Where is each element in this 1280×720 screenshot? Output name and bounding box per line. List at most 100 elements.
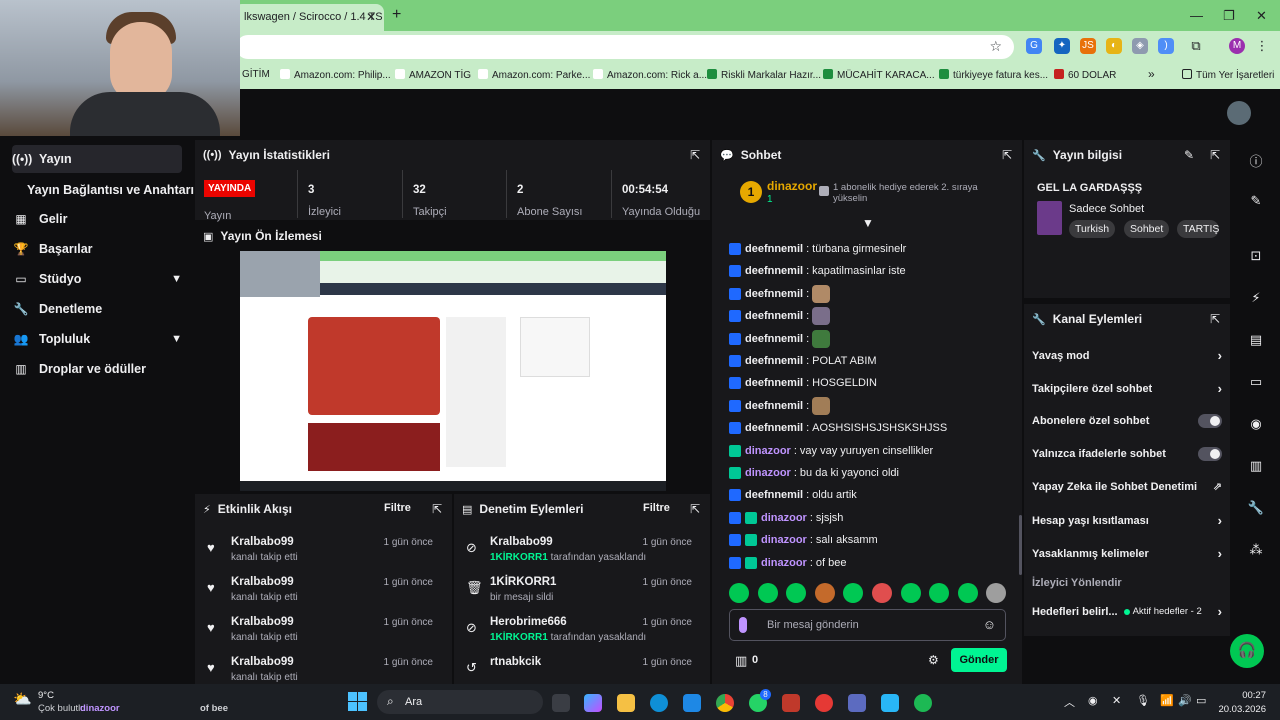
address-bar[interactable]: ☆ <box>236 35 1014 59</box>
task-view-icon[interactable] <box>552 694 570 712</box>
extension-icon[interactable]: ✦ <box>1054 38 1070 54</box>
hype-emote-icon[interactable] <box>729 583 749 603</box>
mod-view-icon[interactable]: ▥ <box>1246 458 1266 474</box>
sidebar-item-achievements[interactable]: 🏆 Başarılar <box>12 235 182 263</box>
bookmark-item[interactable]: AMAZON TİG <box>395 69 471 81</box>
filter-button[interactable]: Filtre <box>384 502 411 514</box>
hype-emote-icon[interactable] <box>814 583 835 603</box>
chat-username[interactable]: dinazoor <box>761 534 807 546</box>
user-avatar[interactable] <box>1227 101 1251 125</box>
extension-icon[interactable]: ◐ <box>1106 38 1122 54</box>
hype-emote-icon[interactable] <box>957 583 978 603</box>
chat-username[interactable]: deefnnemil <box>745 377 803 389</box>
ai-moderation-row[interactable]: Yapay Zeka ile Sohbet Denetimi ⇗ <box>1032 480 1222 494</box>
spotify-icon[interactable] <box>914 694 932 712</box>
copilot-icon[interactable] <box>584 694 602 712</box>
chat-username[interactable]: deefnnemil <box>745 333 803 345</box>
hype-emote-icon[interactable] <box>872 583 892 603</box>
extensions-puzzle-icon[interactable]: ⧉ <box>1188 38 1204 54</box>
chat-username[interactable]: deefnnemil <box>745 243 803 255</box>
tray-icon[interactable]: ◉ <box>1088 694 1098 707</box>
bookmark-item[interactable]: Amazon.com: Parke... <box>478 69 590 81</box>
chat-username[interactable]: deefnnemil <box>745 355 803 367</box>
volume-icon[interactable]: 🔊 <box>1178 694 1192 707</box>
translate-icon[interactable]: G <box>1026 38 1042 54</box>
sidebar-item-revenue[interactable]: ▦ Gelir <box>12 205 182 233</box>
store-icon[interactable] <box>683 694 701 712</box>
calculator-icon[interactable] <box>848 694 866 712</box>
chat-username[interactable]: deefnnemil <box>745 310 803 322</box>
taskbar-search[interactable]: ⌕ Ara <box>377 690 543 714</box>
goals-row[interactable]: Hedefleri belirl... Aktif hedefler - 2 › <box>1032 604 1222 619</box>
start-windows-icon[interactable] <box>348 692 367 711</box>
bookmark-star-icon[interactable]: ☆ <box>989 38 1002 55</box>
hype-emote-icon[interactable] <box>900 583 921 603</box>
wifi-icon[interactable]: 📶 <box>1160 694 1174 707</box>
new-tab-icon[interactable]: + <box>392 6 401 24</box>
dots-icon[interactable]: ⁂ <box>1246 542 1266 558</box>
sidebar-item-moderation[interactable]: 🔧 Denetleme <box>12 295 182 323</box>
tray-icon[interactable]: ✕ <box>1112 694 1121 707</box>
chat-username[interactable]: deefnnemil <box>745 422 803 434</box>
bookmark-item[interactable]: Amazon.com: Philip... <box>280 69 391 81</box>
popout-icon[interactable]: ⇱ <box>690 502 700 516</box>
sidebar-item-drops[interactable]: ▥ Droplar ve ödüller <box>12 355 182 383</box>
notepad-icon[interactable] <box>881 694 899 712</box>
edit-icon[interactable]: ✎ <box>1184 148 1194 162</box>
info-icon[interactable]: ⓘ <box>1246 151 1266 170</box>
chat-username[interactable]: dinazoor <box>745 467 791 479</box>
popout-icon[interactable]: ⇱ <box>1210 148 1220 162</box>
app-icon[interactable] <box>815 694 833 712</box>
channel-points-icon[interactable]: ▥ <box>735 653 747 669</box>
more-bookmarks-icon[interactable]: » <box>1148 67 1155 81</box>
send-button[interactable]: Gönder <box>951 648 1007 672</box>
popout-icon[interactable]: ⇱ <box>432 502 442 516</box>
popout-icon[interactable]: ⇱ <box>690 148 700 162</box>
stream-preview-video[interactable] <box>240 251 666 491</box>
help-headset-icon[interactable]: 🎧 <box>1230 634 1264 668</box>
chat-username[interactable]: deefnnemil <box>745 288 803 300</box>
subs-only-row[interactable]: Abonelere özel sohbet <box>1032 414 1222 428</box>
chat-username[interactable]: deefnnemil <box>745 265 803 277</box>
chat-username[interactable]: dinazoor <box>745 445 791 457</box>
file-explorer-icon[interactable] <box>617 694 635 712</box>
bookmark-item[interactable]: MÜCAHİT KARACA... <box>823 69 935 81</box>
chat-settings-icon[interactable]: ⚙ <box>928 653 939 667</box>
shield-icon[interactable]: ◈ <box>1132 38 1148 54</box>
edge-icon[interactable] <box>650 694 668 712</box>
battery-icon[interactable]: ▭ <box>1196 694 1206 707</box>
chat-icon[interactable]: ▭ <box>1246 374 1266 390</box>
bookmark-item[interactable]: GİTİM <box>242 69 270 80</box>
chrome-icon[interactable] <box>716 694 734 712</box>
chat-username[interactable]: deefnnemil <box>745 400 803 412</box>
stream-category[interactable]: Sadece Sohbet <box>1069 203 1144 215</box>
sidebar-item-stream[interactable]: ((•)) Yayın <box>12 145 182 173</box>
collapse-icon[interactable]: ▼ <box>862 216 874 230</box>
scene-icon[interactable]: ⊡ <box>1246 248 1266 264</box>
tray-chevron-icon[interactable]: ︿ <box>1064 694 1075 710</box>
bookmark-item[interactable]: Riskli Markalar Hazır... <box>707 69 821 81</box>
close-tab-icon[interactable]: ✕ <box>366 10 376 24</box>
chat-username[interactable]: deefnnemil <box>745 489 803 501</box>
extension-icon[interactable]: JS <box>1080 38 1096 54</box>
profile-avatar[interactable]: M <box>1229 38 1245 54</box>
minimize-icon[interactable]: — <box>1190 8 1203 23</box>
sidebar-item-studio[interactable]: ▭ Stüdyo ▼ <box>12 265 182 293</box>
extension-icon[interactable]: ) <box>1158 38 1174 54</box>
popout-icon[interactable]: ⇱ <box>1002 148 1012 162</box>
microphone-icon[interactable]: 🎙 <box>1136 694 1150 707</box>
subs-only-toggle[interactable] <box>1198 414 1222 428</box>
microphone-icon[interactable] <box>739 617 747 633</box>
tag[interactable]: TARTIŞ <box>1177 220 1219 238</box>
app-icon[interactable] <box>782 694 800 712</box>
sidebar-item-community[interactable]: 👥 Topluluk ▼ <box>12 325 182 353</box>
blocked-terms-row[interactable]: Yasaklanmış kelimeler › <box>1032 546 1222 561</box>
account-age-row[interactable]: Hesap yaşı kısıtlaması › <box>1032 513 1222 528</box>
slow-mode-row[interactable]: Yavaş mod › <box>1032 348 1222 363</box>
emote-only-toggle[interactable] <box>1198 447 1222 461</box>
filter-button[interactable]: Filtre <box>643 502 670 514</box>
document-icon[interactable]: ▤ <box>1246 332 1266 348</box>
weather-icon[interactable]: ⛅ <box>13 690 32 708</box>
edit-icon[interactable]: ✎ <box>1246 193 1266 209</box>
chat-username[interactable]: dinazoor <box>761 512 807 524</box>
